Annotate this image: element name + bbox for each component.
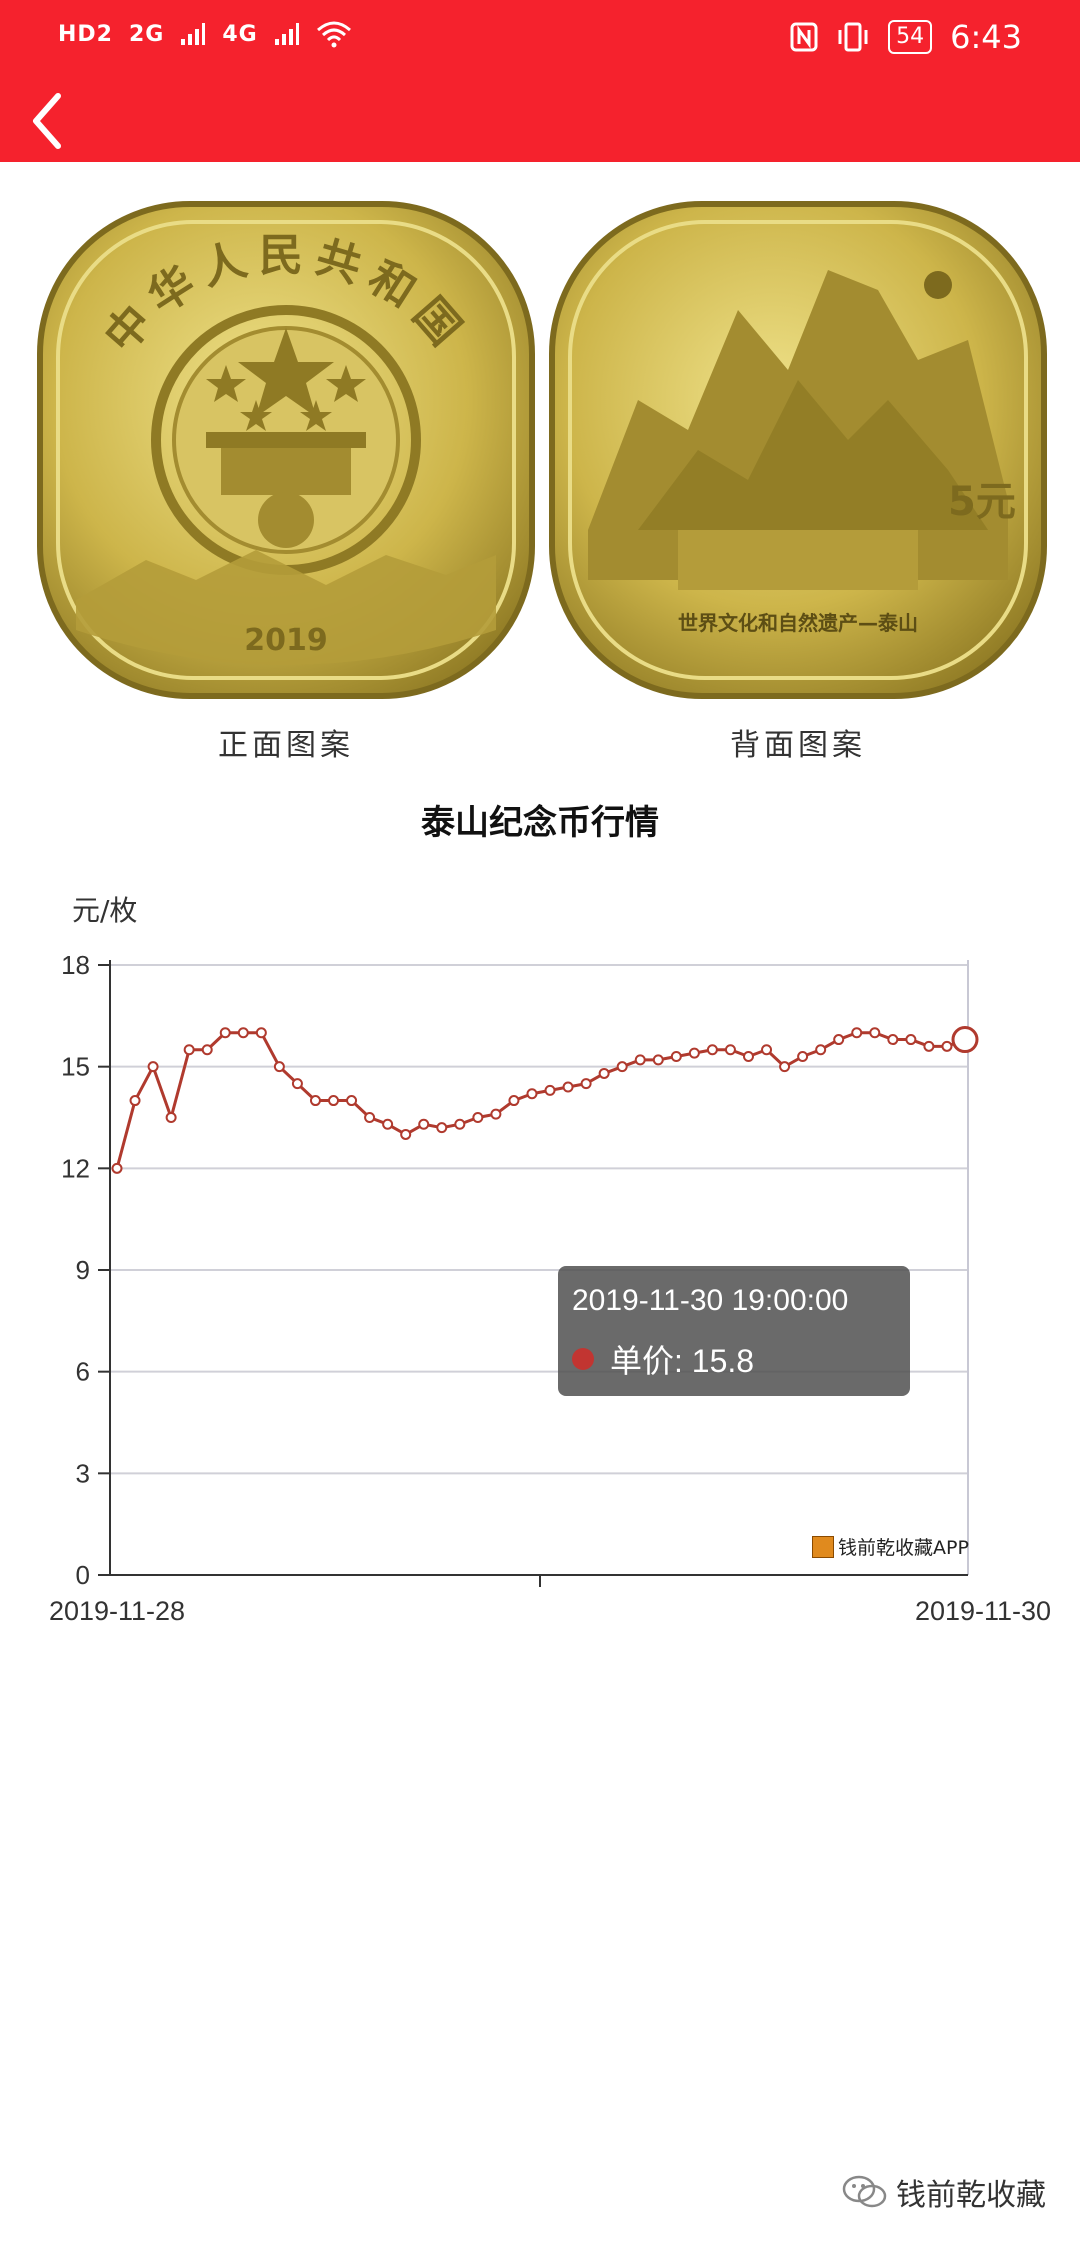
footer-watermark: 钱前乾收藏 [842,2170,1046,2214]
signal-4g-label: 4G [222,21,258,47]
coin-front: 2019 中华人民共和国 正面图案 [36,200,536,763]
y-tick-label: 6 [76,1357,90,1387]
y-axis-label: 元/枚 [72,894,137,927]
data-point [129,1095,141,1107]
data-point [490,1108,502,1120]
data-point [670,1051,682,1062]
signal-bars-icon [274,23,299,45]
battery-indicator: 54 [888,20,933,54]
data-point [923,1040,935,1052]
y-tick-label: 18 [61,950,90,980]
data-point [273,1061,285,1073]
back-button[interactable] [20,80,90,162]
data-point [147,1061,159,1073]
data-point [111,1162,123,1174]
chart-watermark-text: 钱前乾收藏APP [838,1537,969,1559]
series-line [115,1031,966,1169]
data-point [364,1112,376,1123]
chevron-left-icon [33,93,61,149]
wechat-icon [842,2175,887,2208]
nfc-icon [790,22,818,52]
data-point [580,1078,592,1090]
coin-back-caption: 背面图案 [730,728,866,763]
coin-back: 5元 世界文化和自然遗产—泰山 背面图案 [548,200,1048,763]
chart-tooltip: 2019-11-30 19:00:00 单价: 15.8 [558,1266,910,1396]
data-point [165,1112,177,1123]
footer-watermark-text: 钱前乾收藏 [896,2178,1046,2213]
nav-bar [0,80,1080,162]
coin-denomination: 5元 [948,479,1016,525]
data-point [562,1081,574,1093]
clock: 6:43 [950,18,1022,56]
data-point [526,1088,538,1100]
data-point [400,1128,412,1140]
coin-back-inscription: 世界文化和自然遗产—泰山 [678,611,918,635]
data-point [634,1054,646,1066]
signal-2g-label: 2G [128,21,165,47]
data-point [833,1034,845,1046]
wifi-icon [316,21,351,48]
data-point [436,1122,448,1134]
data-point [309,1095,321,1107]
data-point [255,1027,267,1039]
data-point [201,1044,213,1056]
tooltip-value: 单价: 15.8 [610,1343,755,1379]
data-point [742,1051,754,1062]
data-point [815,1044,827,1056]
data-point [237,1027,249,1039]
hd-label: HD2 [58,21,113,47]
chart-title: 泰山纪念币行情 [421,803,659,843]
vibrate-icon [838,22,868,52]
coin-front-image: 2019 中华人民共和国 [37,201,535,699]
data-point [183,1044,195,1056]
data-point [761,1044,773,1056]
data-point [941,1040,953,1052]
data-point [797,1051,809,1062]
signal-indicators: HD2 2G 4G [58,20,352,48]
data-point [454,1118,466,1130]
coin-back-image: 5元 世界文化和自然遗产—泰山 [549,201,1047,699]
highlighted-point [951,1026,979,1054]
data-point [905,1034,917,1046]
y-tick-label: 15 [61,1052,90,1082]
chart-axes: 元/枚 0 3 6 9 12 15 18 2019-11-28 2019-11-30 [49,894,1051,1626]
data-point [544,1084,556,1096]
data-point [328,1095,340,1107]
data-point [418,1118,430,1130]
data-point [598,1067,610,1079]
tooltip-time: 2019-11-30 19:00:00 [572,1284,849,1317]
data-point [219,1027,231,1039]
data-point [706,1044,718,1056]
data-point [688,1047,700,1059]
x-tick-label: 2019-11-28 [49,1596,185,1626]
data-point [887,1034,899,1046]
data-point [616,1061,628,1073]
system-indicators: 54 6:43 [790,18,1022,56]
data-point [779,1061,791,1073]
y-tick-label: 0 [76,1560,90,1590]
chart-series [111,1026,979,1174]
data-point [346,1095,358,1107]
series-marker-icon [572,1348,594,1370]
signal-bars-icon [181,23,206,45]
y-tick-label: 3 [76,1458,90,1488]
data-point [652,1054,664,1066]
data-point [472,1112,484,1123]
data-point [851,1027,863,1039]
data-point [382,1118,394,1130]
data-point [869,1027,881,1039]
status-bar: HD2 2G 4G 54 6:43 [0,0,1080,80]
chart-watermark: 钱前乾收藏APP [812,1533,969,1560]
app-logo-icon [812,1535,834,1558]
data-point [724,1044,736,1056]
coin-front-caption: 正面图案 [218,728,354,763]
coin-year: 2019 [244,623,328,658]
x-tick-label: 2019-11-30 [915,1596,1051,1626]
data-point [291,1078,303,1090]
tooltip-row: 单价: 15.8 [572,1336,754,1382]
y-tick-label: 9 [76,1255,90,1285]
data-point [508,1095,520,1107]
y-tick-label: 12 [61,1153,90,1183]
